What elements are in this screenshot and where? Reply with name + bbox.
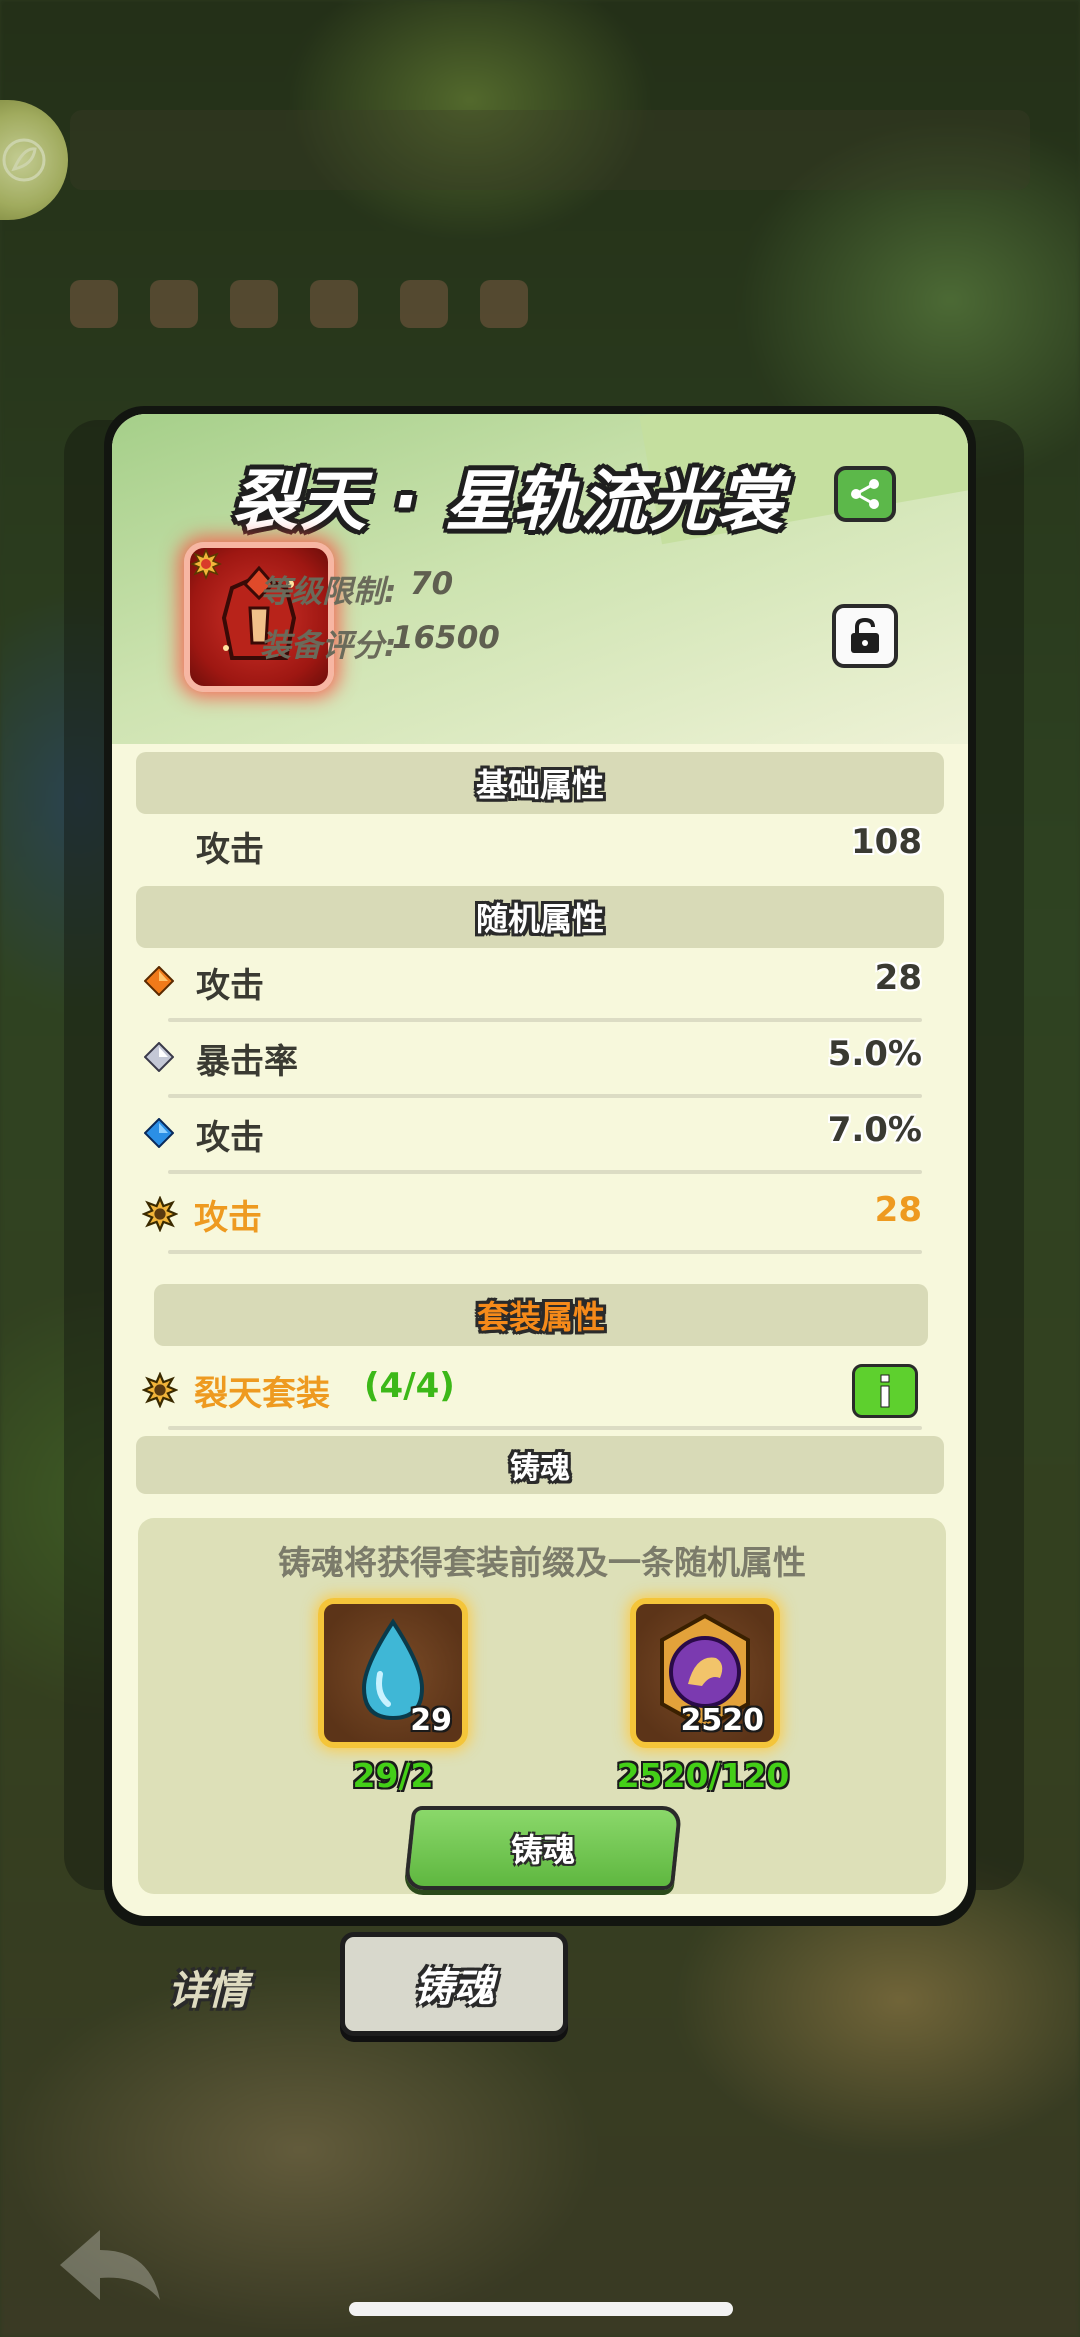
tab-forge[interactable]: 铸魂 xyxy=(340,1932,568,2036)
row-divider xyxy=(168,1018,922,1022)
back-arrow-icon[interactable] xyxy=(50,2220,170,2310)
random-attribute-row: 攻击 28 xyxy=(142,1190,922,1240)
base-attribute-value: 108 xyxy=(851,822,922,862)
material-count: 29 xyxy=(410,1703,452,1738)
random-attribute-value: 5.0% xyxy=(827,1034,922,1074)
set-attributes-header: 套装属性 xyxy=(154,1284,928,1346)
row-divider xyxy=(168,1170,922,1174)
equipment-dialog: 裂天 · 星轨流光裳 等级限制: 70 装备评分: 16500 基础属性 攻击 … xyxy=(112,414,968,1916)
tab-forge-label: 铸魂 xyxy=(414,1965,494,2011)
base-attribute-label: 攻击 xyxy=(196,830,264,870)
background-hero-icon xyxy=(150,280,198,328)
background-hero-icon xyxy=(310,280,358,328)
forge-header: 铸魂 xyxy=(136,1436,944,1494)
forge-button[interactable]: 铸魂 xyxy=(403,1806,683,1890)
share-button[interactable] xyxy=(834,466,896,522)
background-hero-icon xyxy=(230,280,278,328)
set-name: 裂天套装 xyxy=(194,1374,330,1414)
random-attribute-label: 暴击率 xyxy=(196,1042,298,1082)
silver-gem-icon xyxy=(144,1042,174,1072)
material-count: 2520 xyxy=(680,1703,765,1738)
level-limit-value: 70 xyxy=(410,566,454,602)
row-divider xyxy=(168,1250,922,1254)
material-requirement: 2520/120 xyxy=(616,1756,790,1795)
set-row: 裂天套装 (4/4) xyxy=(142,1364,742,1418)
random-attribute-label: 攻击 xyxy=(196,1118,264,1158)
base-attributes-header: 基础属性 xyxy=(136,752,944,814)
random-attributes-header: 随机属性 xyxy=(136,886,944,948)
share-icon xyxy=(851,479,879,509)
random-attribute-value: 28 xyxy=(874,1190,922,1230)
info-icon xyxy=(880,1374,890,1408)
set-gear-icon xyxy=(142,1196,178,1232)
equip-score-label: 装备评分: xyxy=(260,628,397,664)
random-attribute-value: 7.0% xyxy=(827,1110,922,1150)
equipment-title: 裂天 · 星轨流光裳 xyxy=(232,463,786,540)
background-hero-icon xyxy=(70,280,118,328)
forge-button-label: 铸魂 xyxy=(510,1831,575,1869)
material-slot[interactable]: 29 xyxy=(318,1598,468,1748)
home-indicator[interactable] xyxy=(349,2302,733,2316)
level-limit-label: 等级限制: xyxy=(260,574,397,610)
base-attribute-row: 攻击 108 xyxy=(196,822,922,872)
leaf-icon xyxy=(2,138,46,182)
material-slot[interactable]: 2520 xyxy=(630,1598,780,1748)
background-hero-icon xyxy=(400,280,448,328)
background-status-bar xyxy=(70,110,1030,190)
random-attribute-value: 28 xyxy=(874,958,922,998)
orange-gem-icon xyxy=(144,966,174,996)
background-hero-icon xyxy=(480,280,528,328)
random-attribute-row: 暴击率 5.0% xyxy=(144,1034,922,1084)
base-attributes-title: 基础属性 xyxy=(475,766,604,804)
set-gear-icon xyxy=(142,1372,178,1408)
random-attribute-row: 攻击 28 xyxy=(144,958,922,1008)
random-attributes-title: 随机属性 xyxy=(475,900,604,938)
unlock-icon xyxy=(851,617,879,653)
material-requirement: 29/2 xyxy=(352,1756,434,1795)
equip-score-value: 16500 xyxy=(392,620,500,656)
set-count: (4/4) xyxy=(364,1366,455,1406)
set-attributes-title: 套装属性 xyxy=(476,1298,605,1336)
lock-button[interactable] xyxy=(832,604,898,668)
blue-gem-icon xyxy=(144,1118,174,1148)
set-info-button[interactable] xyxy=(852,1364,918,1418)
row-divider xyxy=(168,1426,922,1430)
row-divider xyxy=(168,1094,922,1098)
random-attribute-row: 攻击 7.0% xyxy=(144,1110,922,1160)
random-attribute-label: 攻击 xyxy=(194,1198,262,1238)
forge-description: 铸魂将获得套装前缀及一条随机属性 xyxy=(278,1543,806,1582)
tab-detail[interactable]: 详情 xyxy=(168,1958,248,2016)
set-badge-icon xyxy=(190,548,222,580)
random-attribute-label: 攻击 xyxy=(196,966,264,1006)
forge-title: 铸魂 xyxy=(510,1451,570,1486)
